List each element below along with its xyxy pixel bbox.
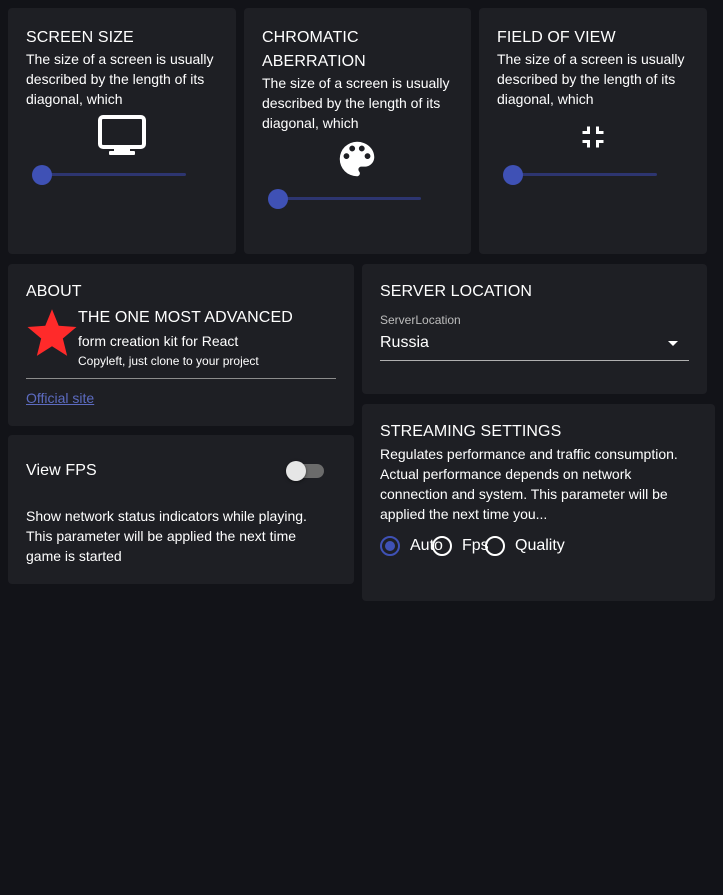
select-underline [380,360,689,361]
about-headline: THE ONE MOST ADVANCED [78,309,293,326]
monitor-icon [98,115,146,155]
radio-circle[interactable] [432,536,452,556]
select-value: Russia [380,334,429,351]
select-label: ServerLocation [380,313,461,327]
screen-size-card: SCREEN SIZE The size of a screen is usua… [8,8,236,254]
server-location-title: SERVER LOCATION [380,283,533,300]
radio-circle[interactable] [380,536,400,556]
slider-thumb[interactable] [503,165,523,185]
about-title: ABOUT [26,283,82,300]
server-location-card: SERVER LOCATION ServerLocation Russia [362,264,707,394]
streaming-title: STREAMING SETTINGS [380,423,562,440]
chromatic-title-line1: CHROMATIC [262,29,359,46]
radio-fps[interactable]: Fps [432,534,489,558]
slider-track [513,173,657,176]
radio-circle[interactable] [485,536,505,556]
palette-icon [339,141,375,177]
slider-thumb[interactable] [32,165,52,185]
server-location-select[interactable]: ServerLocation Russia [380,312,689,362]
field-of-view-card: FIELD OF VIEW The size of a screen is us… [479,8,707,254]
about-card: ABOUT THE ONE MOST ADVANCED form creatio… [8,264,354,426]
streaming-description: Regulates performance and traffic consum… [380,446,678,522]
star-icon [27,309,77,356]
switch-thumb[interactable] [286,461,306,481]
about-subline: form creation kit for React [78,333,239,349]
slider-thumb[interactable] [268,189,288,209]
official-site-link[interactable]: Official site [26,388,94,408]
screen-size-slider[interactable] [32,165,186,185]
slider-track [42,173,186,176]
chromatic-description: The size of a screen is usually describe… [262,75,450,131]
fov-description: The size of a screen is usually describe… [497,51,685,107]
chromatic-aberration-card: CHROMATIC ABERRATION The size of a scree… [244,8,471,254]
arrow-drop-down-icon [668,341,678,346]
fov-title: FIELD OF VIEW [497,29,616,46]
about-note: Copyleft, just clone to your project [78,354,259,368]
screen-size-title: SCREEN SIZE [26,29,134,46]
radio-label: Quality [515,537,565,554]
fullscreen-exit-icon [582,126,604,148]
chromatic-title-line2: ABERRATION [262,53,366,70]
view-fps-card: View FPS Show network status indicators … [8,435,354,584]
streaming-settings-card: STREAMING SETTINGS Regulates performance… [362,404,715,601]
fov-slider[interactable] [503,165,657,185]
view-fps-title: View FPS [26,462,97,479]
chromatic-slider[interactable] [268,189,421,209]
about-divider [26,378,336,379]
slider-track [278,197,421,200]
screen-size-description: The size of a screen is usually describe… [26,51,214,107]
view-fps-switch[interactable] [286,461,326,481]
view-fps-description: Show network status indicators while pla… [26,508,307,564]
radio-quality[interactable]: Quality [485,534,565,558]
